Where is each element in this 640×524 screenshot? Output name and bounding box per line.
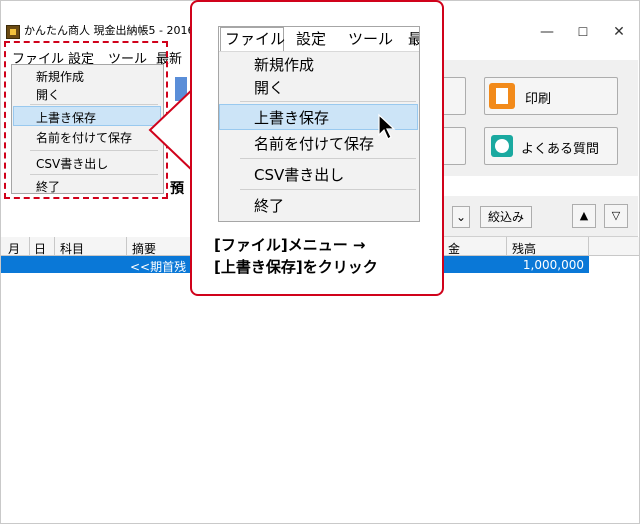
print-icon: [489, 83, 515, 109]
zoomed-menu-settings[interactable]: 設定: [296, 28, 326, 49]
zoomed-menu-separator: [240, 189, 416, 190]
print-label: 印刷: [525, 92, 552, 107]
zoomed-menu-item-save[interactable]: 上書き保存: [254, 107, 329, 128]
row-balance: 1,000,000: [522, 258, 584, 272]
callout-pointer: [148, 85, 196, 175]
col-header-amount[interactable]: 金: [448, 240, 460, 257]
callout-caption-line1: [ファイル]メニュー →: [214, 236, 366, 254]
col-header-summary[interactable]: 摘要: [132, 240, 156, 257]
callout-caption-line2: [上書き保存]をクリック: [214, 258, 378, 276]
col-header-day[interactable]: 日: [34, 240, 46, 257]
zoomed-menu-item-csv-export[interactable]: CSV書き出し: [254, 164, 344, 185]
col-header-month[interactable]: 月: [8, 240, 20, 257]
app-icon: [6, 25, 20, 39]
zoomed-menu-recent[interactable]: 最: [408, 28, 419, 49]
zoomed-menu-separator: [240, 158, 416, 159]
move-down-button[interactable]: ▽: [604, 204, 628, 228]
tab-partial-label: 預: [170, 181, 184, 197]
zoomed-menu-item-exit[interactable]: 終了: [254, 195, 284, 216]
mouse-cursor-icon: [378, 113, 396, 140]
faq-label: よくある質問: [521, 142, 600, 157]
zoomed-menu-tools[interactable]: ツール: [348, 28, 393, 49]
zoomed-menu-separator: [240, 101, 416, 102]
faq-button[interactable]: よくある質問: [484, 127, 618, 165]
zoomed-menu-item-new[interactable]: 新規作成: [254, 54, 314, 75]
col-header-balance[interactable]: 残高: [512, 240, 536, 257]
row-summary: <<期首残: [130, 260, 187, 274]
zoomed-menu-item-open[interactable]: 開く: [254, 77, 284, 98]
dropdown-chevron-icon[interactable]: ⌄: [452, 206, 470, 228]
close-button[interactable]: ✕: [596, 18, 640, 46]
filter-button[interactable]: 絞込み: [480, 206, 532, 228]
highlight-dashed-frame: [4, 41, 168, 199]
zoomed-menu-item-save-as[interactable]: 名前を付けて保存: [254, 133, 374, 154]
print-button[interactable]: 印刷: [484, 77, 618, 115]
col-header-account[interactable]: 科目: [60, 240, 84, 257]
zoomed-menu-file[interactable]: ファイル: [225, 28, 285, 49]
move-up-button[interactable]: ▲: [572, 204, 596, 228]
faq-icon: [491, 135, 513, 157]
